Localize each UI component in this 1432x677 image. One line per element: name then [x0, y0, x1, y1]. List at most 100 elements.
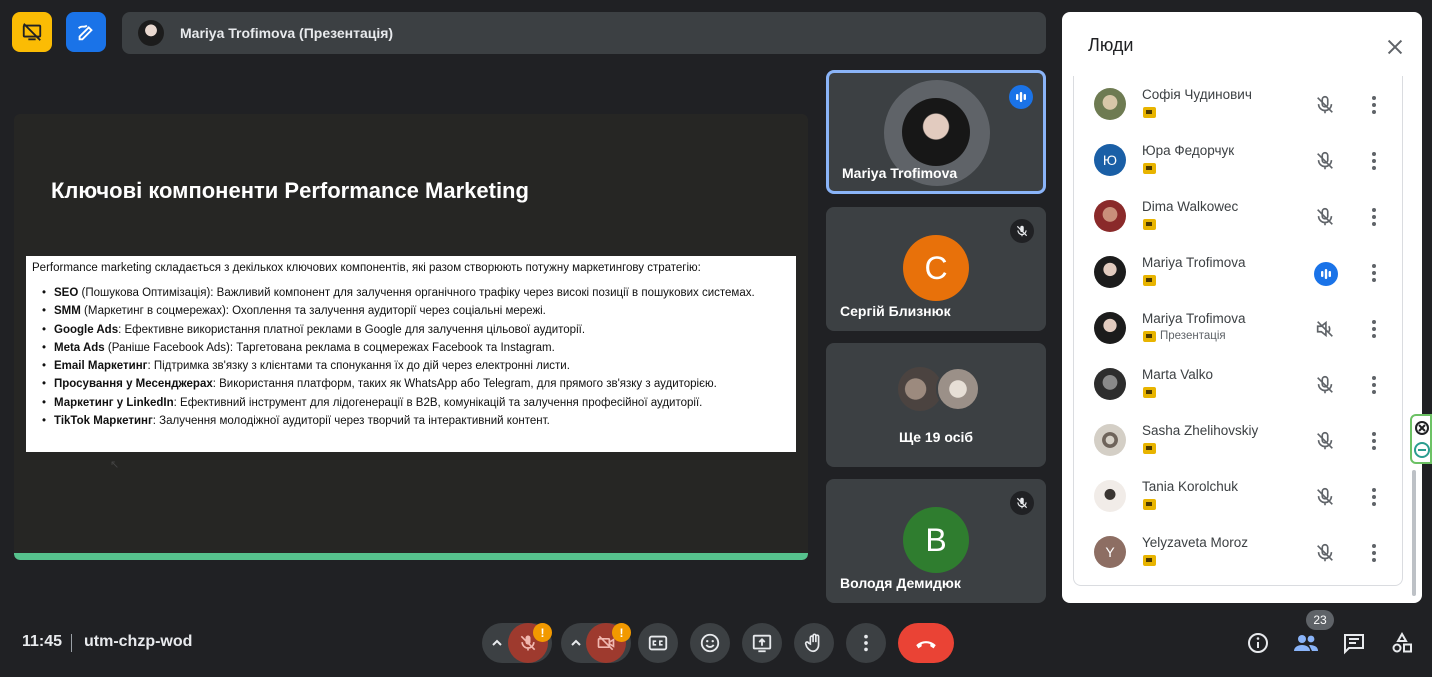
participant-name: Dima Walkowec [1142, 199, 1239, 214]
more-participants-tile[interactable]: Ще 19 осіб [826, 343, 1046, 467]
volume-off-icon[interactable] [1314, 318, 1336, 340]
panel-scrollbar[interactable] [1412, 470, 1416, 596]
activities-icon[interactable] [1389, 630, 1415, 656]
slide-bullet: Просування у Месенджерах: Використання п… [42, 375, 790, 394]
mouse-cursor-icon: ↖ [110, 459, 120, 471]
bullet-term: Просування у Месенджерах [54, 378, 213, 391]
participant-row[interactable]: Tania Korolchuk [1074, 470, 1404, 526]
reactions-button[interactable] [690, 623, 730, 663]
participant-tile-serhii[interactable]: C Сергій Близнюк [826, 207, 1046, 331]
presentation-stage: Ключові компоненти Performance Marketing… [14, 114, 808, 560]
bullet-text: (Маркетинг в соцмережах): Охоплення та з… [80, 305, 546, 318]
mic-off-icon[interactable] [1314, 486, 1336, 508]
bullet-term: Маркетинг у LinkedIn [54, 396, 174, 409]
avatar: Y [1094, 536, 1126, 568]
participant-name: Софія Чудинович [1142, 87, 1252, 102]
bullet-text: (Пошукова Оптимізація): Важливий компоне… [78, 287, 755, 299]
mic-off-icon[interactable] [1314, 374, 1336, 396]
more-vert-icon[interactable] [1370, 374, 1378, 396]
slide-bullet: Google Ads: Ефективне використання платн… [42, 321, 790, 340]
mic-off-icon [1010, 491, 1034, 515]
chat-icon[interactable] [1341, 630, 1367, 656]
more-vert-icon[interactable] [1370, 318, 1378, 340]
slide-bullet: Email Маркетинг: Підтримка зв'язку з клі… [42, 357, 790, 376]
participant-row[interactable]: Marta Valko [1074, 358, 1404, 414]
more-vert-icon[interactable] [1370, 486, 1378, 508]
extension-popup[interactable] [1410, 414, 1432, 464]
participant-row[interactable]: Ю Юра Федорчук [1074, 134, 1404, 190]
folder-tag-icon [1143, 219, 1156, 230]
mic-off-icon[interactable] [1314, 150, 1336, 172]
participant-subtitle: Презентація [1160, 330, 1226, 342]
avatar [902, 98, 970, 166]
mic-warning-badge: ! [533, 623, 552, 642]
participant-row[interactable]: Софія Чудинович [1074, 78, 1404, 134]
tile-name: Сергій Близнюк [840, 303, 951, 319]
participant-name: Yelyzaveta Moroz [1142, 535, 1249, 550]
presenter-bar: Mariya Trofimova (Презентація) [122, 12, 1046, 54]
folder-tag-icon [1143, 163, 1156, 174]
participant-row[interactable]: Dima Walkowec [1074, 190, 1404, 246]
chevron-up-icon[interactable] [487, 633, 507, 653]
bullet-term: SMM [54, 305, 81, 318]
avatar: C [903, 235, 969, 301]
avatar [1094, 480, 1126, 512]
tile-name: Mariya Trofimova [842, 165, 958, 181]
people-panel: Люди Софія Чудинович Ю Юра Федорчук Dima Wa… [1062, 12, 1422, 603]
captions-button[interactable] [638, 623, 678, 663]
folder-tag-icon [1143, 387, 1156, 398]
more-options-button[interactable] [846, 623, 886, 663]
avatar [1094, 424, 1126, 456]
slide-intro: Performance marketing складається з декі… [32, 262, 701, 274]
participant-name: Tania Korolchuk [1142, 479, 1239, 494]
bullet-term: TikTok Маркетинг [54, 415, 153, 428]
more-vert-icon[interactable] [1370, 206, 1378, 228]
bullet-text: (Раніше Facebook Ads): Таргетована рекла… [104, 341, 555, 354]
avatar [1094, 256, 1126, 288]
meeting-code: utm-chzp-wod [84, 633, 193, 650]
leave-call-button[interactable] [898, 623, 954, 663]
participant-tile-mariya[interactable]: Mariya Trofimova [826, 70, 1046, 194]
slide-bullet: Маркетинг у LinkedIn: Ефективний інструм… [42, 394, 790, 413]
people-icon[interactable] [1293, 630, 1319, 656]
mic-off-icon[interactable] [1314, 542, 1336, 564]
panel-title: Люди [1088, 35, 1134, 55]
raise-hand-button[interactable] [794, 623, 834, 663]
folder-tag-icon [1143, 275, 1156, 286]
participant-row[interactable]: Sasha Zhelihovskiy [1074, 414, 1404, 470]
more-vert-icon[interactable] [1370, 262, 1378, 284]
folder-tag-icon [1143, 331, 1156, 342]
participant-row[interactable]: Mariya Trofimova Презентація [1074, 302, 1404, 358]
bullet-text: : Залучення молодіжної аудиторії через т… [152, 415, 550, 428]
mic-off-icon[interactable] [1314, 430, 1336, 452]
more-vert-icon[interactable] [1370, 430, 1378, 452]
chevron-up-icon[interactable] [566, 633, 586, 653]
participant-name: Юра Федорчук [1142, 143, 1235, 158]
clock: 11:45 [22, 633, 63, 650]
more-vert-icon[interactable] [1370, 150, 1378, 172]
more-vert-icon[interactable] [1370, 94, 1378, 116]
presentation-off-icon[interactable] [12, 12, 52, 52]
participant-row[interactable]: Y Yelyzaveta Moroz [1074, 526, 1404, 582]
participant-list[interactable]: Софія Чудинович Ю Юра Федорчук Dima Walkowe… [1073, 76, 1403, 586]
avatar: B [903, 507, 969, 573]
mic-off-icon[interactable] [1314, 206, 1336, 228]
grouped-avatars [898, 367, 982, 411]
bullet-text: : Ефективний інструмент для лідогенераці… [173, 396, 703, 409]
participant-tile-volodia[interactable]: B Володя Демидюк [826, 479, 1046, 603]
bullet-term: Meta Ads [54, 341, 105, 354]
bullet-text: : Використання платформ, таких як WhatsA… [212, 378, 717, 391]
speaking-indicator-icon [1009, 85, 1033, 109]
avatar [1094, 88, 1126, 120]
avatar: Ю [1094, 144, 1126, 176]
mic-off-icon[interactable] [1314, 94, 1336, 116]
participant-row[interactable]: Mariya Trofimova [1074, 246, 1404, 302]
close-icon[interactable] [1384, 36, 1406, 58]
bullet-term: Email Маркетинг [54, 360, 148, 373]
bullet-text: : Ефективне використання платної реклами… [118, 323, 586, 336]
whiteboard-pen-icon[interactable] [66, 12, 106, 52]
more-vert-icon[interactable] [1370, 542, 1378, 564]
present-screen-button[interactable] [742, 623, 782, 663]
slide-title: Ключові компоненти Performance Marketing [51, 178, 529, 203]
meeting-info-icon[interactable] [1245, 630, 1271, 656]
